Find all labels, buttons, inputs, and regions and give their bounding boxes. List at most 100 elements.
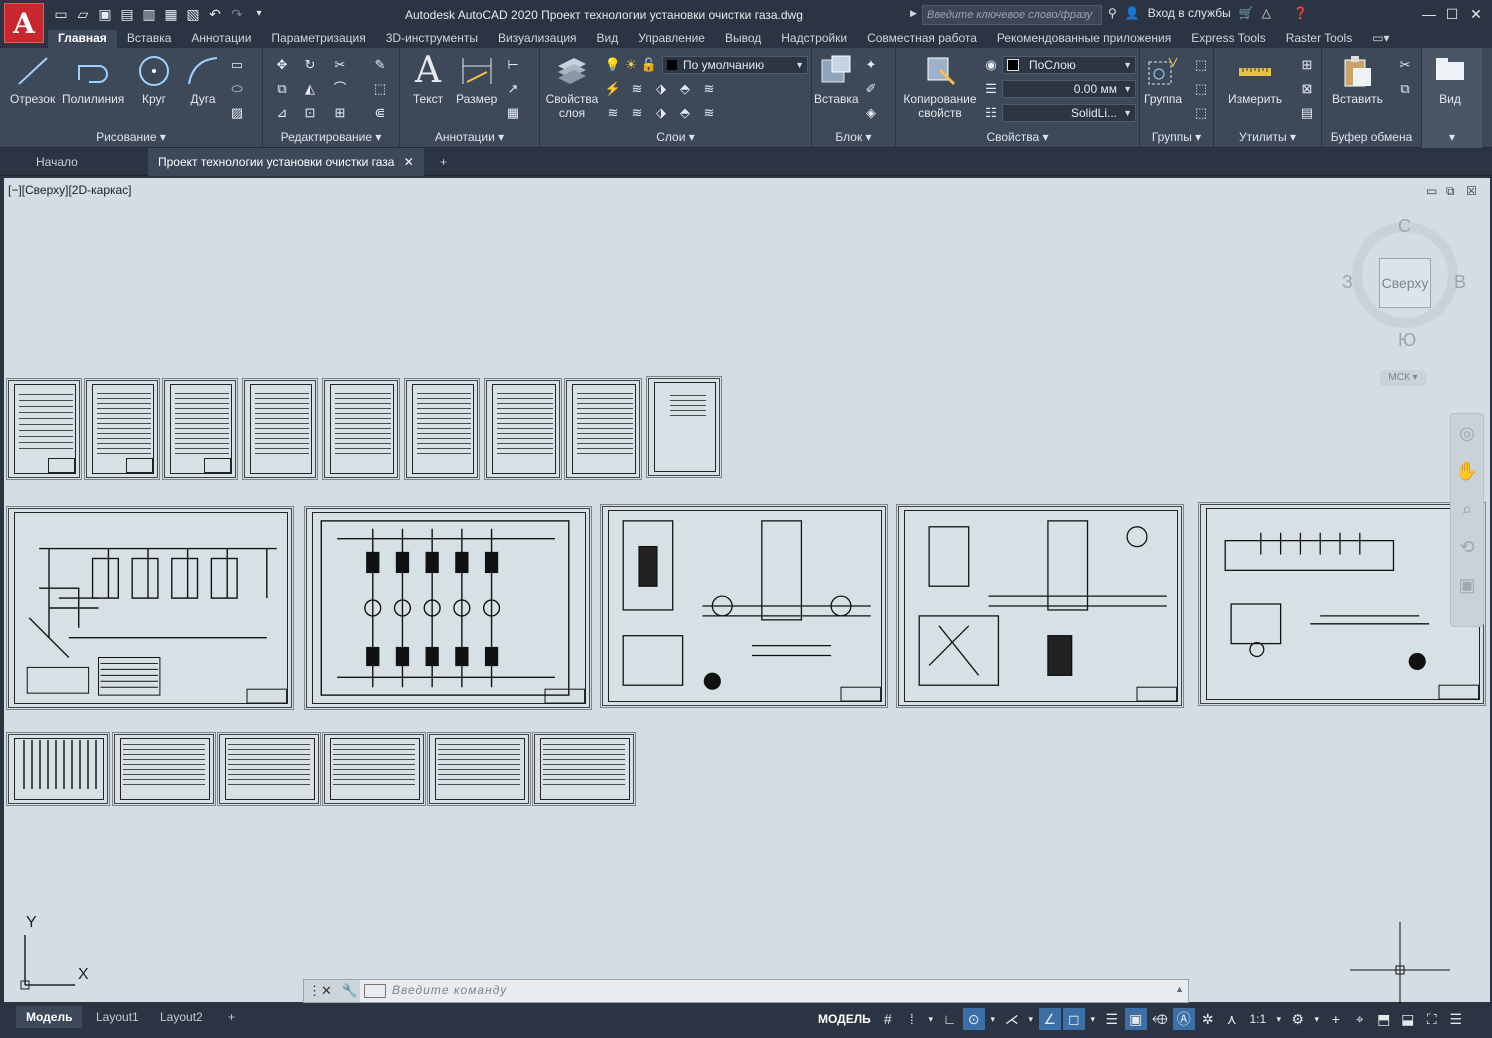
viewport-minimize-icon[interactable]: ▭ [1426,184,1437,198]
stretch-icon[interactable]: ⊿ [273,104,291,122]
copy-clip-icon[interactable]: ⧉ [1396,80,1414,98]
cart-icon[interactable]: 🛒 [1239,6,1254,20]
tab-output[interactable]: Вывод [715,30,771,48]
polyline-button[interactable]: Полилиния [62,54,124,106]
calculator-icon[interactable]: ▤ [1298,104,1316,122]
annotation-scale-icon[interactable]: ⋏ [1221,1008,1243,1030]
drawing-sheet[interactable] [6,378,82,480]
annotation-visibility-icon[interactable]: Ⓐ [1172,1008,1195,1030]
linear-dim-icon[interactable]: ⊢ [504,56,522,74]
add-layout-icon[interactable]: + [218,1006,245,1028]
tab-collaborate[interactable]: Совместная работа [857,30,987,48]
viewport-restore-icon[interactable]: ⧉ [1446,184,1455,199]
application-menu-button[interactable]: A [4,3,44,43]
dimension-button[interactable]: Размер [456,54,497,106]
table-icon[interactable]: ▦ [504,104,522,122]
drawing-sheet-plan[interactable] [304,506,592,710]
steering-wheel-icon[interactable]: ◎ [1451,414,1483,452]
measure-button[interactable]: Измерить [1228,54,1282,106]
layer-tool-9-icon[interactable]: ⬘ [676,104,694,122]
lineweight-icon[interactable]: ☰ [982,80,1000,98]
close-icon[interactable]: ✕ [1465,4,1487,24]
panel-title-draw[interactable]: Рисование ▾ [0,130,262,144]
viewport-controls[interactable]: [−][Сверху][2D-каркас] [8,183,132,197]
file-tab-active[interactable]: Проект технологии установки очистки газа… [148,148,424,176]
drawing-sheet-table[interactable] [427,732,531,806]
object-snap-icon[interactable]: ◻ [1062,1008,1085,1030]
clean-screen-icon[interactable]: ⛶ [1421,1008,1443,1030]
layer-tool-8-icon[interactable]: ⬗ [652,104,670,122]
offset-icon[interactable]: ⋐ [371,104,389,122]
quick-properties-icon[interactable]: ⬒ [1373,1008,1395,1030]
tab-annotate[interactable]: Аннотации [181,30,261,48]
panel-title-modify[interactable]: Редактирование ▾ [263,130,399,144]
drawing-sheet-schematic[interactable] [6,506,294,710]
lineweight-toggle-icon[interactable]: ☰ [1101,1008,1123,1030]
ucs-menu[interactable]: МСК ▾ [1380,370,1426,386]
layout-tab-model[interactable]: Модель [16,1006,83,1028]
layer-tool-7-icon[interactable]: ≋ [628,104,646,122]
plot-icon[interactable]: ▧ [184,5,202,23]
group-button[interactable]: Группа [1144,54,1182,106]
copy-icon[interactable]: ⧉ [273,80,291,98]
file-tab-start[interactable]: Начало [26,148,88,176]
layer-tool-6-icon[interactable]: ≋ [604,104,622,122]
units-icon[interactable]: ⌖ [1349,1008,1371,1030]
orbit-icon[interactable]: ⟲ [1451,528,1483,566]
create-block-icon[interactable]: ✦ [862,56,880,74]
isolate-objects-icon[interactable]: ⬓ [1397,1008,1419,1030]
tab-manage[interactable]: Управление [628,30,715,48]
grid-icon[interactable]: # [877,1008,899,1030]
compass-south[interactable]: Ю [1398,330,1416,351]
move-icon[interactable]: ✥ [273,56,291,74]
rectangle-icon[interactable]: ▭ [228,56,246,74]
close-commandline-icon[interactable]: ⋮✕ [308,983,332,998]
recent-commands-icon[interactable] [364,984,386,998]
tab-parametric[interactable]: Параметризация [261,30,375,48]
object-snap-tracking-icon[interactable]: ∠ [1038,1008,1061,1030]
tab-addins[interactable]: Надстройки [771,30,857,48]
match-properties-button[interactable]: Копирование свойств [900,54,980,120]
layer-tool-10-icon[interactable]: ≋ [700,104,718,122]
compass-west[interactable]: З [1342,272,1353,293]
drawing-sheet-table[interactable] [322,732,426,806]
a360-icon[interactable]: △ [1262,6,1271,20]
color-wheel-icon[interactable]: ◉ [982,56,1000,74]
webmobile-icon[interactable]: ▥ [140,5,158,23]
osnap-dropdown-icon[interactable]: ▾ [1087,1008,1099,1030]
maximize-icon[interactable]: ☐ [1441,4,1463,24]
signin-link[interactable]: Вход в службы [1148,6,1231,20]
circle-button[interactable]: Круг [136,54,172,106]
minimize-icon[interactable]: — [1418,4,1440,24]
erase-icon[interactable]: ✎ [371,56,389,74]
polar-icon[interactable]: ⊙ [962,1008,985,1030]
panel-title-clipboard[interactable]: Буфер обмена [1322,130,1421,144]
command-input[interactable]: Введите команду [392,983,507,997]
text-button[interactable]: A Текст [410,53,446,107]
tab-home[interactable]: Главная [48,30,117,48]
layer-tool-1-icon[interactable]: ⚡ [604,80,622,98]
saveas-icon[interactable]: ▤ [118,5,136,23]
annotation-scale-value[interactable]: 1:1 [1245,1008,1271,1030]
panel-title-layers[interactable]: Слои ▾ [540,130,811,144]
customize-status-icon[interactable]: ☰ [1445,1008,1467,1030]
layer-properties-button[interactable]: Свойства слоя [544,54,600,120]
model-space-button[interactable]: МОДЕЛЬ [814,1012,875,1026]
group-select-icon[interactable]: ⬚ [1192,104,1210,122]
tab-view[interactable]: Вид [587,30,629,48]
select-all-icon[interactable]: ⊠ [1298,80,1316,98]
ungroup-icon[interactable]: ⬚ [1192,56,1210,74]
tab-visualize[interactable]: Визуализация [488,30,587,48]
drawing-sheet-section-1[interactable] [600,504,888,708]
help-icon[interactable]: ❓ [1293,6,1308,20]
fillet-icon[interactable]: ⌒ [331,80,349,98]
dropdown-icon[interactable]: ▾ [250,5,268,23]
redo-icon[interactable]: ↷ [228,5,246,23]
drawing-sheet[interactable] [84,378,160,480]
view-button[interactable]: Вид [1432,54,1468,106]
ortho-icon[interactable]: ∟ [939,1008,961,1030]
tab-insert[interactable]: Вставка [117,30,182,48]
mirror-icon[interactable]: ◭ [301,80,319,98]
layout-tab-2[interactable]: Layout2 [150,1006,213,1028]
autoscale-icon[interactable]: ✲ [1197,1008,1219,1030]
